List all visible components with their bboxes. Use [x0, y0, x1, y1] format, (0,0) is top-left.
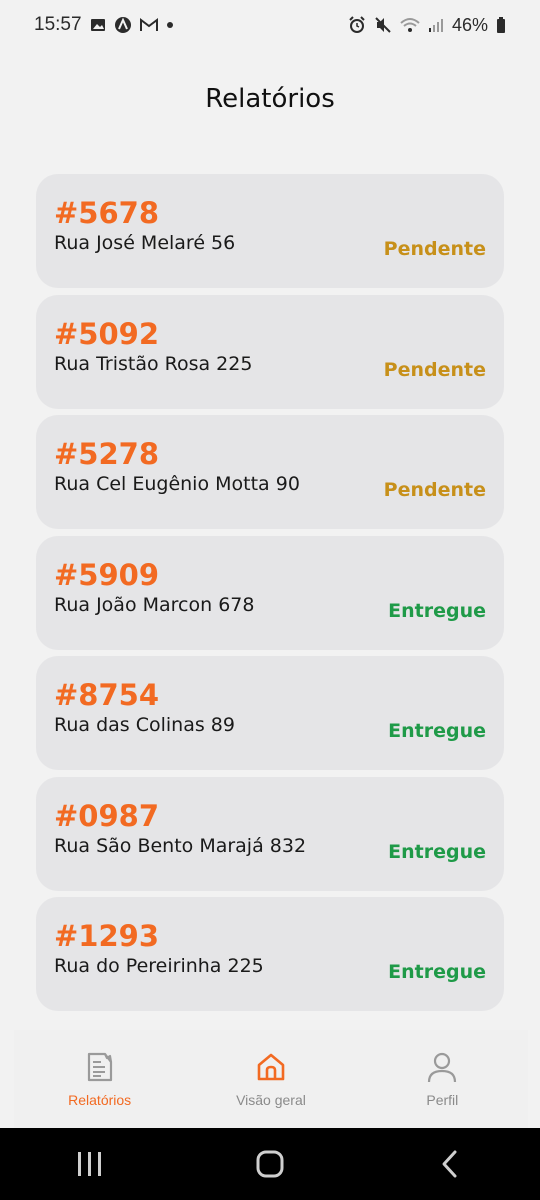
status-time: 15:57 — [34, 14, 82, 35]
home-circle-icon — [256, 1150, 284, 1178]
report-id: #8754 — [54, 678, 160, 712]
status-bar: 15:57 46% — [0, 0, 540, 50]
nav-label-profile: Perfil — [426, 1092, 459, 1108]
report-list: #5678 Rua José Melaré 56 Pendente #5092 … — [36, 174, 504, 1018]
page-title: Relatórios — [205, 84, 335, 114]
nav-item-profile[interactable]: Perfil — [362, 1050, 522, 1108]
home-button[interactable] — [240, 1144, 300, 1184]
report-status: Entregue — [388, 840, 486, 863]
home-icon — [257, 1053, 285, 1081]
status-bar-left: 15:57 — [34, 14, 174, 36]
nav-item-reports[interactable]: Relatórios — [20, 1050, 180, 1108]
report-icon — [87, 1052, 112, 1082]
nav-item-overview[interactable]: Visão geral — [191, 1050, 351, 1108]
report-status: Entregue — [388, 961, 486, 983]
status-bar-right: 46% — [348, 15, 506, 36]
battery-icon — [496, 17, 506, 33]
more-notifications-dot-icon — [166, 21, 174, 29]
wifi-icon — [400, 17, 420, 33]
gallery-icon — [90, 17, 106, 33]
gmail-icon — [139, 18, 158, 32]
recent-apps-icon — [78, 1152, 101, 1176]
back-button[interactable] — [420, 1144, 480, 1184]
report-id: #5678 — [54, 196, 160, 230]
alarm-icon — [348, 16, 366, 34]
report-status: Pendente — [383, 358, 486, 381]
signal-icon — [428, 17, 444, 33]
user-icon — [428, 1052, 457, 1083]
nav-label-reports: Relatórios — [68, 1092, 132, 1108]
mute-vibrate-icon — [374, 16, 392, 34]
report-id: #5092 — [54, 316, 160, 351]
battery-percent: 46% — [451, 14, 488, 35]
app-screen: 15:57 46% Relatórios #5678 Rua José Mela… — [0, 0, 540, 1200]
report-card[interactable]: #5909 Rua João Marcon 678 Entregue — [36, 535, 504, 650]
report-id: #5909 — [54, 557, 160, 592]
nav-label-overview: Visão geral — [236, 1092, 306, 1108]
report-status: Pendente — [383, 479, 486, 501]
app-notification-icon — [114, 16, 132, 34]
report-status: Entregue — [388, 599, 486, 622]
report-card[interactable]: #0987 Rua São Bento Marajá 832 Entregue — [36, 776, 504, 891]
report-card[interactable]: #5678 Rua José Melaré 56 Pendente — [36, 174, 504, 288]
system-nav-bar — [0, 1128, 540, 1200]
report-card[interactable]: #5092 Rua Tristão Rosa 225 Pendente — [36, 294, 504, 409]
report-card[interactable]: #8754 Rua das Colinas 89 Entregue — [36, 656, 504, 770]
report-id: #5278 — [54, 437, 160, 471]
recent-apps-button[interactable] — [60, 1144, 120, 1184]
report-status: Entregue — [388, 720, 486, 742]
report-card[interactable]: #5278 Rua Cel Eugênio Motta 90 Pendente — [36, 415, 504, 529]
report-card[interactable]: #1293 Rua do Pereirinha 225 Entregue — [36, 897, 504, 1011]
bottom-nav: Relatórios Visão geral Perfil — [14, 1030, 528, 1128]
report-status: Pendente — [383, 238, 486, 260]
report-id: #0987 — [54, 798, 160, 833]
back-chevron-icon — [442, 1150, 457, 1178]
report-id: #1293 — [54, 919, 160, 953]
